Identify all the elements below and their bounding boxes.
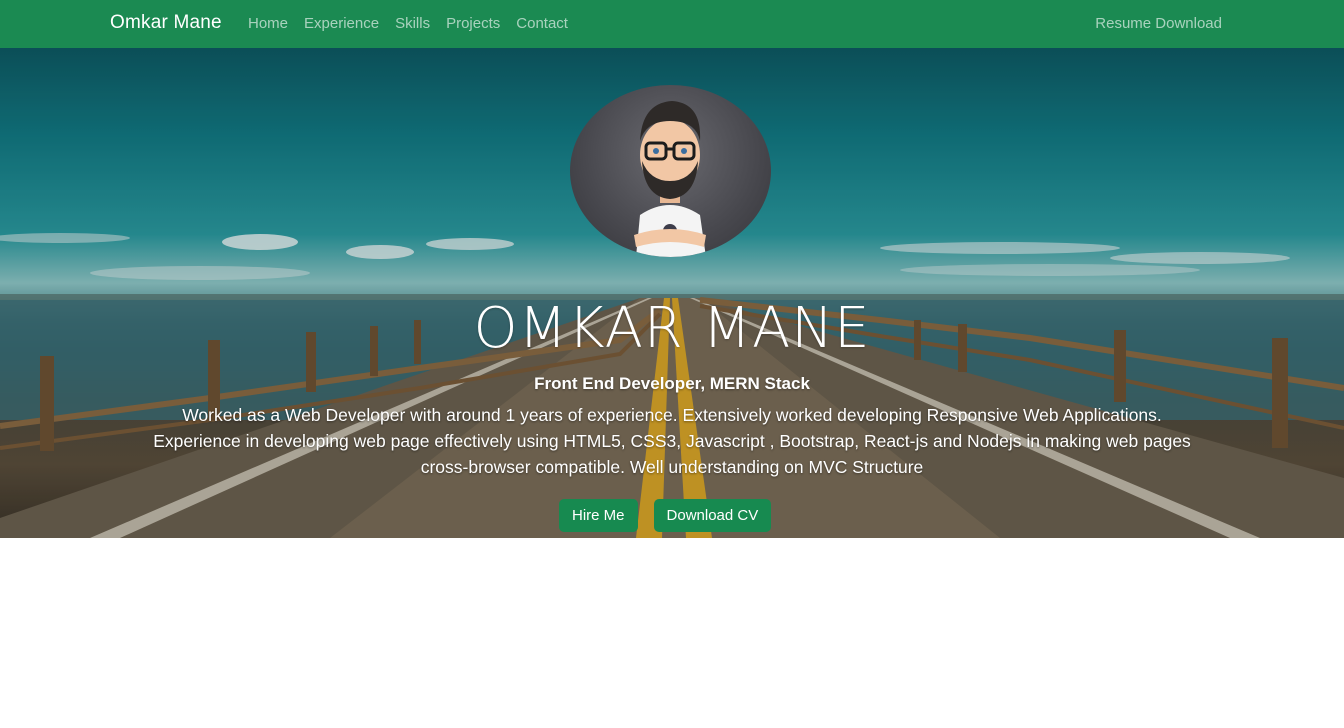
resume-download-link[interactable]: Resume Download [1095, 15, 1222, 32]
download-cv-button[interactable]: Download CV [653, 499, 772, 532]
hero-name-heading: OMKAR MANE [473, 296, 871, 361]
hero-subtitle: Front End Developer, MERN Stack [534, 374, 810, 393]
hero-description-line: cross-browser compatible. Well understan… [420, 457, 924, 477]
nav-link-home[interactable]: Home [248, 15, 288, 32]
nav-link-projects[interactable]: Projects [446, 15, 500, 32]
brand-link[interactable]: Omkar Mane [110, 12, 222, 34]
hire-me-button[interactable]: Hire Me [559, 499, 638, 532]
hero-section: OMKAR MANE Front End Developer, MERN Sta… [0, 48, 1344, 538]
nav-link-skills[interactable]: Skills [395, 15, 430, 32]
navbar: Omkar Mane Home Experience Skills Projec… [0, 0, 1344, 48]
hero-description: Worked as a Web Developer with around 1 … [110, 402, 1234, 480]
hero-description-line: Experience in developing web page effect… [153, 431, 1191, 451]
nav-link-contact[interactable]: Contact [516, 15, 568, 32]
memoji-avatar-icon [570, 85, 771, 257]
nav-links: Home Experience Skills Projects Contact [248, 15, 568, 32]
hero-button-row: Hire Me Download CV [559, 499, 772, 532]
nav-link-experience[interactable]: Experience [304, 15, 379, 32]
hero-description-line: Worked as a Web Developer with around 1 … [182, 405, 1162, 425]
